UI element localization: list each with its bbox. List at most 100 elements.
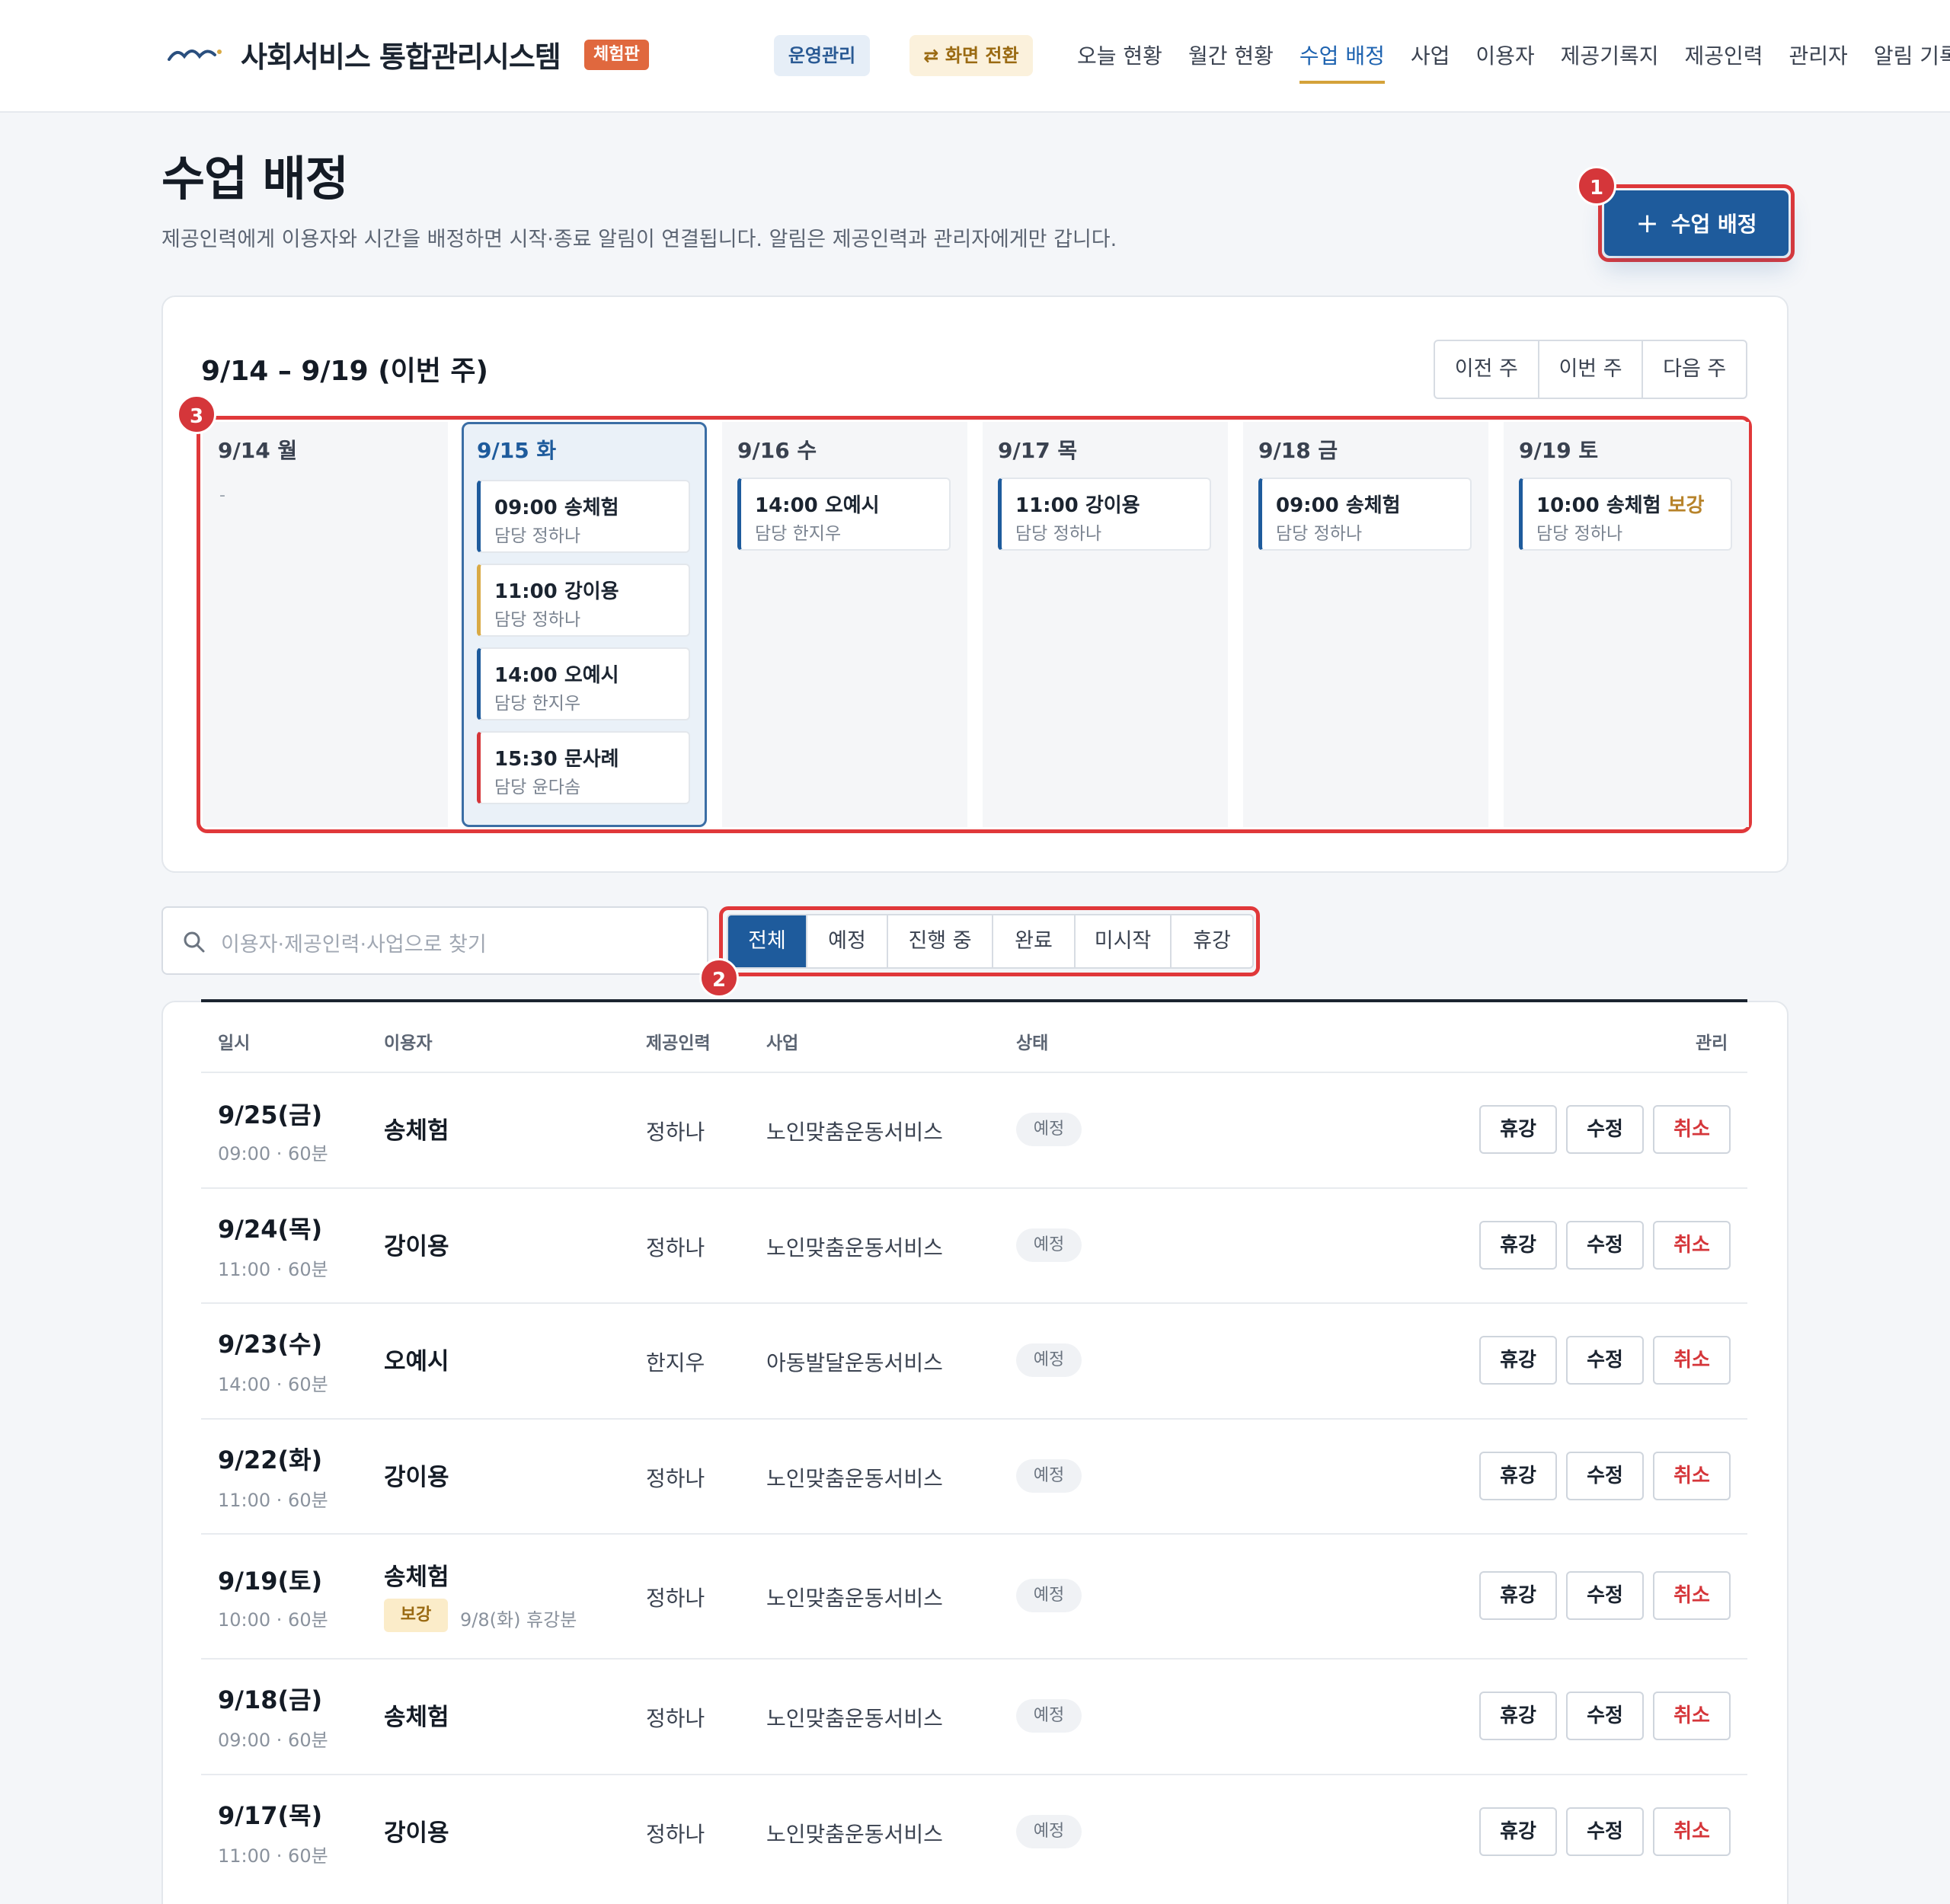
class-time: 11:00 강이용 (494, 580, 619, 603)
leave-button[interactable]: 휴강 (1479, 1452, 1557, 1500)
cancel-button[interactable]: 취소 (1653, 1105, 1731, 1154)
nav-item-admins[interactable]: 관리자 (1789, 40, 1848, 84)
class-staff: 담당 정하나 (494, 526, 581, 546)
class-card[interactable]: 14:00 오예시 담당 한지우 (737, 478, 951, 551)
filter-leave[interactable]: 휴강 (1172, 915, 1252, 967)
filter-done[interactable]: 완료 (993, 915, 1076, 967)
status-badge: 예정 (1016, 1699, 1082, 1733)
status-badge: 예정 (1016, 1459, 1082, 1493)
leave-button[interactable]: 휴강 (1479, 1336, 1557, 1385)
add-class-label: 수업 배정 (1670, 212, 1757, 237)
row-business: 노인맞춤운동서비스 (766, 1235, 943, 1260)
status-badge: 예정 (1016, 1228, 1082, 1262)
nav-item-today[interactable]: 오늘 현황 (1077, 40, 1162, 84)
cancel-button[interactable]: 취소 (1653, 1692, 1731, 1740)
nav-item-monthly[interactable]: 월간 현황 (1188, 40, 1274, 84)
top-header: 사회서비스 통합관리시스템 체험판 운영관리 ⇄ 화면 전환 오늘 현황 월간 … (0, 0, 1950, 113)
leave-button[interactable]: 휴강 (1479, 1105, 1557, 1154)
row-provider: 정하나 (646, 1586, 705, 1611)
logo-icon (168, 50, 222, 61)
class-card[interactable]: 11:00 강이용 담당 정하나 (477, 564, 690, 637)
row-time: 14:00 · 60분 (218, 1374, 328, 1395)
row-date: 9/24(목) (218, 1215, 323, 1244)
prev-week-button[interactable]: 이전 주 (1435, 341, 1539, 398)
class-card[interactable]: 11:00 강이용 담당 정하나 (998, 478, 1211, 551)
class-card[interactable]: 10:00 송체험 보강 담당 정하나 (1519, 478, 1732, 551)
col-header-status: 상태 (1016, 1033, 1049, 1053)
next-week-button[interactable]: 다음 주 (1643, 341, 1746, 398)
row-business: 노인맞춤운동서비스 (766, 1586, 943, 1611)
table-row[interactable]: 9/19(토) 10:00 · 60분 송체험 보강 9/8(화) 휴강분 정하… (201, 1533, 1747, 1658)
day-label: 9/18 금 (1258, 438, 1338, 463)
status-badge: 예정 (1016, 1113, 1082, 1146)
class-card[interactable]: 09:00 송체험 담당 정하나 (1258, 478, 1472, 551)
row-time: 09:00 · 60분 (218, 1730, 328, 1751)
row-date: 9/22(화) (218, 1446, 323, 1474)
class-staff: 담당 정하나 (1015, 524, 1102, 544)
page-title: 수업 배정 (161, 151, 349, 206)
edit-button[interactable]: 수정 (1566, 1571, 1644, 1620)
search-input[interactable]: 이용자·제공인력·사업으로 찾기 (161, 906, 708, 975)
cancel-button[interactable]: 취소 (1653, 1221, 1731, 1270)
leave-button[interactable]: 휴강 (1479, 1221, 1557, 1270)
nav-item-alert-log[interactable]: 알림 기록 (1874, 40, 1950, 84)
nav-item-records[interactable]: 제공기록지 (1561, 40, 1659, 84)
switch-screen-button[interactable]: ⇄ 화면 전환 (909, 35, 1033, 76)
table-row[interactable]: 9/24(목) 11:00 · 60분 강이용 정하나 노인맞춤운동서비스 예정… (201, 1187, 1747, 1302)
this-week-button[interactable]: 이번 주 (1539, 341, 1644, 398)
nav-item-providers[interactable]: 제공인력 (1684, 40, 1763, 84)
cancel-button[interactable]: 취소 (1653, 1807, 1731, 1856)
nav-item-business[interactable]: 사업 (1411, 40, 1450, 84)
row-provider: 정하나 (646, 1235, 705, 1260)
class-card[interactable]: 09:00 송체험 담당 정하나 (477, 480, 690, 553)
table-row[interactable]: 9/25(금) 09:00 · 60분 송체험 정하나 노인맞춤운동서비스 예정… (201, 1072, 1747, 1187)
table-row[interactable]: 9/23(수) 14:00 · 60분 오예시 한지우 아동발달운동서비스 예정… (201, 1302, 1747, 1418)
filter-in-progress[interactable]: 진행 중 (888, 915, 993, 967)
ops-mode-button[interactable]: 운영관리 (774, 35, 870, 76)
edit-button[interactable]: 수정 (1566, 1807, 1644, 1856)
filter-all[interactable]: 전체 (728, 915, 807, 967)
table-row[interactable]: 9/17(목) 11:00 · 60분 강이용 정하나 노인맞춤운동서비스 예정… (201, 1774, 1747, 1889)
col-header-business: 사업 (766, 1033, 799, 1053)
class-card[interactable]: 15:30 문사례 담당 윤다솜 (477, 731, 690, 804)
leave-button[interactable]: 휴강 (1479, 1692, 1557, 1740)
col-header-manage: 관리 (1696, 1033, 1728, 1053)
add-class-button[interactable]: + 수업 배정 (1604, 190, 1789, 256)
table-top-rule (201, 999, 1747, 1002)
row-time: 09:00 · 60분 (218, 1143, 328, 1164)
table-row[interactable]: 9/18(금) 09:00 · 60분 송체험 정하나 노인맞춤운동서비스 예정… (201, 1658, 1747, 1774)
class-card[interactable]: 14:00 오예시 담당 한지우 (477, 647, 690, 720)
edit-button[interactable]: 수정 (1566, 1692, 1644, 1740)
status-badge: 예정 (1016, 1815, 1082, 1848)
cancel-button[interactable]: 취소 (1653, 1336, 1731, 1385)
table-row[interactable]: 9/22(화) 11:00 · 60분 강이용 정하나 노인맞춤운동서비스 예정… (201, 1418, 1747, 1533)
row-date: 9/19(토) (218, 1567, 323, 1596)
edit-button[interactable]: 수정 (1566, 1221, 1644, 1270)
makeup-tag: 보강 (1667, 494, 1705, 517)
row-provider: 한지우 (646, 1350, 705, 1375)
marker-3: 3 (177, 395, 216, 434)
edit-button[interactable]: 수정 (1566, 1105, 1644, 1154)
edit-button[interactable]: 수정 (1566, 1452, 1644, 1500)
filter-not-started[interactable]: 미시작 (1076, 915, 1172, 967)
cancel-button[interactable]: 취소 (1653, 1571, 1731, 1620)
class-time: 09:00 송체험 (1276, 494, 1401, 517)
row-date: 9/18(금) (218, 1685, 323, 1714)
edit-button[interactable]: 수정 (1566, 1336, 1644, 1385)
plus-icon: + (1635, 207, 1659, 239)
class-staff: 담당 정하나 (1536, 524, 1623, 544)
filter-scheduled[interactable]: 예정 (807, 915, 888, 967)
class-staff: 담당 한지우 (755, 524, 842, 544)
row-business: 아동발달운동서비스 (766, 1350, 943, 1375)
nav-item-users[interactable]: 이용자 (1475, 40, 1534, 84)
demo-badge: 체험판 (584, 40, 649, 70)
leave-button[interactable]: 휴강 (1479, 1807, 1557, 1856)
leave-button[interactable]: 휴강 (1479, 1571, 1557, 1620)
day-label: 9/19 토 (1519, 438, 1599, 463)
row-time: 11:00 · 60분 (218, 1845, 328, 1867)
cancel-button[interactable]: 취소 (1653, 1452, 1731, 1500)
week-nav: 이전 주 이번 주 다음 주 (1434, 340, 1747, 399)
day-column: 9/18 금 09:00 송체험 담당 정하나 (1243, 422, 1488, 827)
nav-item-class-assign[interactable]: 수업 배정 (1299, 40, 1385, 84)
day-column: 9/17 목 11:00 강이용 담당 정하나 (983, 422, 1228, 827)
